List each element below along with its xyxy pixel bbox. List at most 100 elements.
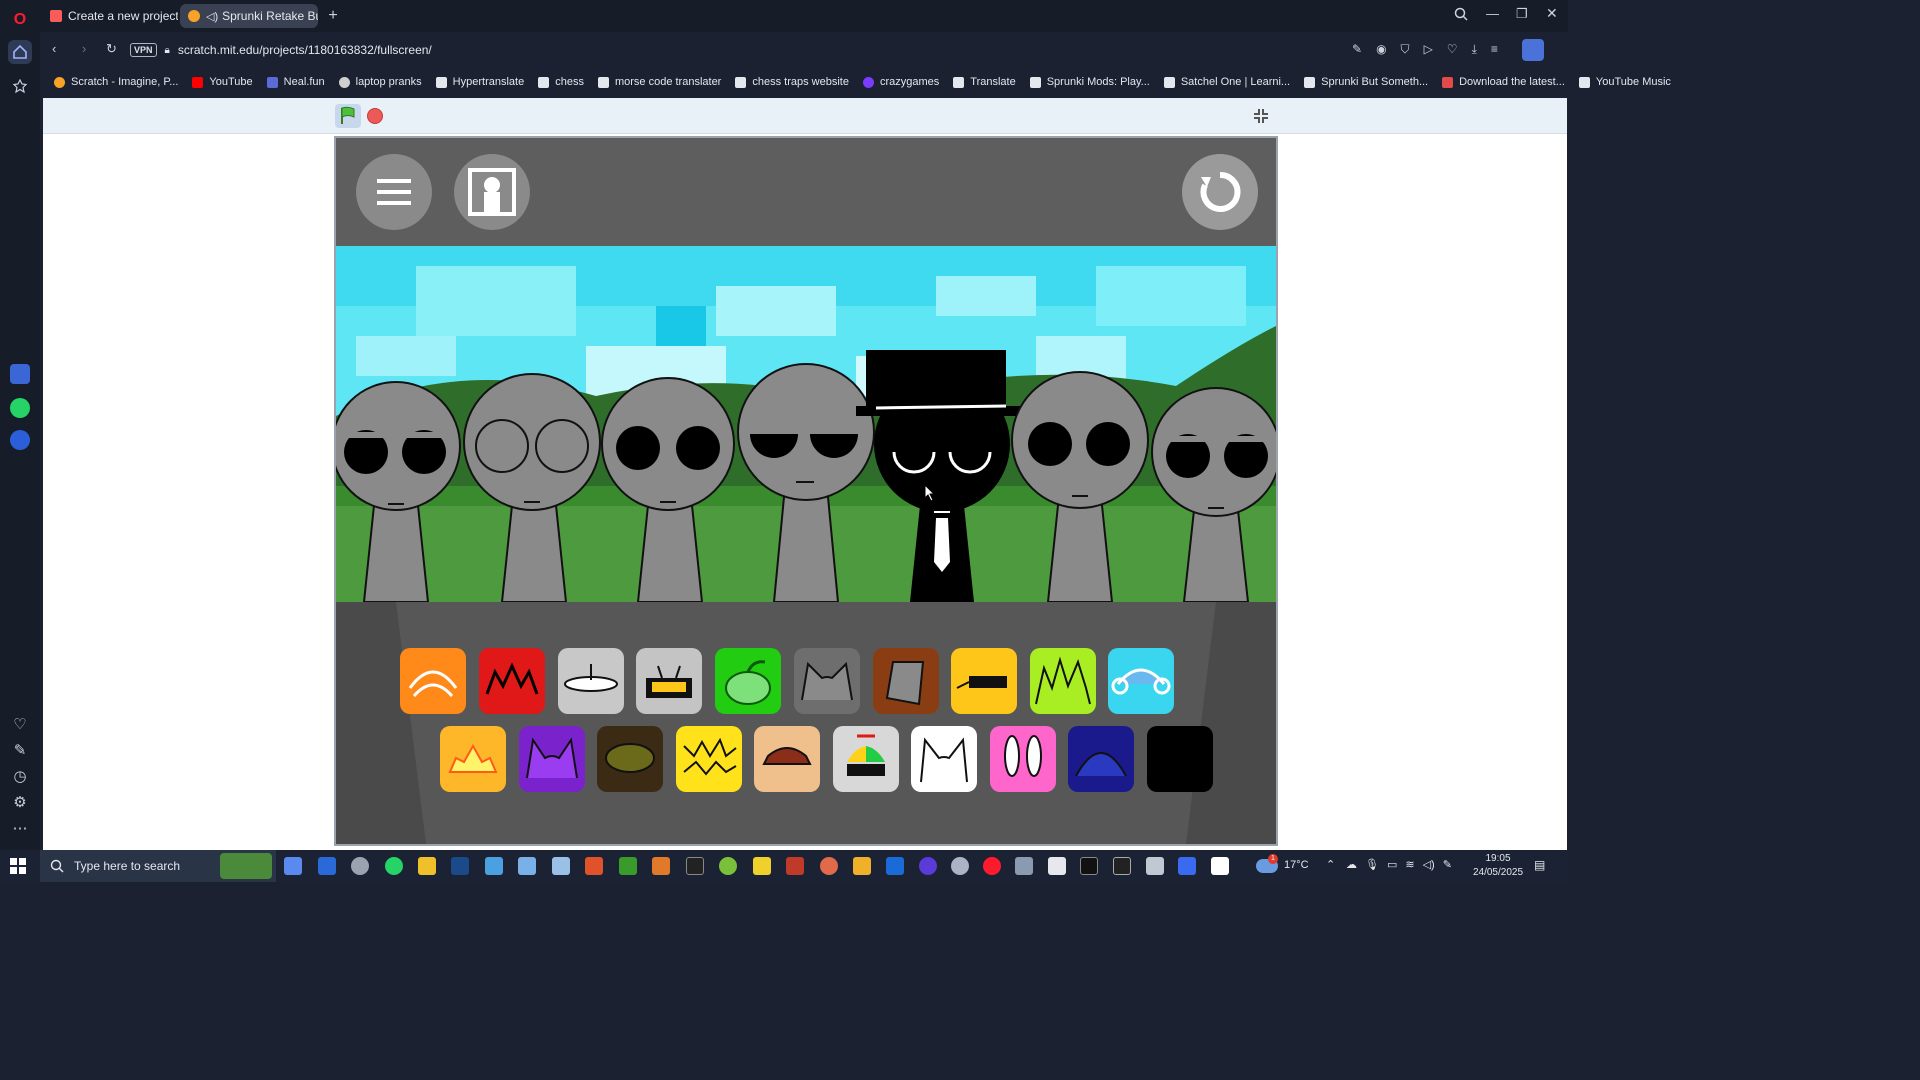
stop-button[interactable] xyxy=(367,108,383,124)
pinboard-icon[interactable] xyxy=(8,74,32,98)
file-explorer-icon[interactable] xyxy=(418,857,436,875)
history-icon[interactable]: ◷ xyxy=(8,764,32,788)
red-spiky-icon[interactable] xyxy=(479,648,545,714)
whatsapp-app-icon[interactable] xyxy=(385,857,403,875)
windows-start-icon[interactable] xyxy=(10,858,26,879)
lime-grass-icon[interactable] xyxy=(1030,648,1096,714)
app-icon[interactable] xyxy=(652,857,670,875)
pen-icon[interactable]: ✎ xyxy=(1443,858,1452,871)
app-icon[interactable] xyxy=(485,857,503,875)
app-icon[interactable] xyxy=(719,857,737,875)
bookmark-item[interactable]: morse code translater xyxy=(597,76,721,88)
chevron-up-icon[interactable]: ⌃ xyxy=(1326,858,1335,871)
whatsapp-icon[interactable] xyxy=(10,398,30,418)
aria-icon[interactable] xyxy=(10,364,30,384)
notification-center-icon[interactable]: ▤ xyxy=(1534,858,1545,872)
forward-button[interactable]: › xyxy=(82,41,86,56)
gray-tv-icon[interactable] xyxy=(636,648,702,714)
settings-icon[interactable]: ⚙ xyxy=(8,790,32,814)
camera-icon[interactable]: ◉ xyxy=(1376,42,1386,58)
app-icon[interactable] xyxy=(518,857,536,875)
opera-logo-icon[interactable]: O xyxy=(8,8,32,32)
bookmark-item[interactable]: Scratch - Imagine, P... xyxy=(54,76,178,88)
green-pumpkin-icon[interactable] xyxy=(715,648,781,714)
app-icon[interactable] xyxy=(853,857,871,875)
roblox-icon[interactable] xyxy=(1211,857,1229,875)
player-icon[interactable] xyxy=(10,430,30,450)
pink-bunny-icon[interactable] xyxy=(990,726,1056,792)
store-icon[interactable] xyxy=(318,857,336,875)
character-button[interactable] xyxy=(454,154,530,230)
yellow-lightning-icon[interactable] xyxy=(676,726,742,792)
terminal-icon[interactable] xyxy=(1080,857,1098,875)
capcut-icon[interactable] xyxy=(1048,857,1066,875)
battery-icon[interactable]: ▭ xyxy=(1387,858,1397,871)
black-square-icon[interactable] xyxy=(1147,726,1213,792)
olive-bush-icon[interactable] xyxy=(597,726,663,792)
camera-app-icon[interactable] xyxy=(1015,857,1033,875)
headphones-app-icon[interactable] xyxy=(919,857,937,875)
bookmark-item[interactable]: Download the latest... xyxy=(1442,76,1565,88)
close-window-button[interactable]: ✕ xyxy=(1546,5,1558,22)
app-icon[interactable] xyxy=(585,857,603,875)
url-field[interactable]: VPN 🔒︎ scratch.mit.edu/projects/11801638… xyxy=(130,37,1350,63)
tan-hat-icon[interactable] xyxy=(754,726,820,792)
green-flag-button[interactable] xyxy=(335,104,361,128)
sun-icon[interactable] xyxy=(440,726,506,792)
brown-bucket-icon[interactable] xyxy=(873,648,939,714)
white-cat-icon[interactable] xyxy=(911,726,977,792)
profile-avatar[interactable] xyxy=(1522,39,1544,61)
more-icon[interactable]: ⋯ xyxy=(8,816,32,840)
bookmark-item[interactable]: YouTube xyxy=(192,76,253,88)
tab-sprunki[interactable]: ◁) Sprunki Retake But be xyxy=(180,4,318,28)
bookmark-item[interactable]: crazygames xyxy=(862,76,939,88)
copilot-icon[interactable] xyxy=(284,857,302,875)
cyan-headphones-icon[interactable] xyxy=(1108,648,1174,714)
purple-horns-icon[interactable] xyxy=(519,726,585,792)
cloud-icon[interactable]: ☁ xyxy=(1346,858,1357,871)
snapshot-edit-icon[interactable]: ✎ xyxy=(1352,42,1362,58)
navy-dome-icon[interactable] xyxy=(1068,726,1134,792)
bookmark-item[interactable]: YouTube Music xyxy=(1578,76,1671,88)
app-icon[interactable] xyxy=(753,857,771,875)
bookmark-item[interactable]: chess traps website xyxy=(735,76,849,88)
bookmark-item[interactable]: Neal.fun xyxy=(266,76,325,88)
minecraft-icon[interactable] xyxy=(619,857,637,875)
paint-icon[interactable] xyxy=(552,857,570,875)
opera-taskbar-icon[interactable] xyxy=(983,857,1001,875)
wifi-icon[interactable]: ≋ xyxy=(1405,858,1414,871)
settings-app-icon[interactable] xyxy=(351,857,369,875)
bookmark-item[interactable]: Hypertranslate xyxy=(435,76,524,88)
download-icon[interactable]: ⤓ xyxy=(1472,42,1477,58)
app-icon[interactable] xyxy=(1178,857,1196,875)
clock[interactable]: 19:05 24/05/2025 xyxy=(1468,852,1528,880)
heart-icon[interactable]: ♡ xyxy=(8,712,32,736)
mic-icon[interactable]: 🎙︎ xyxy=(1365,858,1379,871)
bookmark-item[interactable]: Sprunki Mods: Play... xyxy=(1029,76,1150,88)
flow-icon[interactable]: ▷ xyxy=(1424,42,1433,58)
bookmark-item[interactable]: Satchel One | Learni... xyxy=(1163,76,1290,88)
restore-button[interactable]: ❐ xyxy=(1516,6,1528,22)
minimize-button[interactable]: — xyxy=(1486,6,1499,21)
exit-fullscreen-icon[interactable] xyxy=(1251,106,1271,126)
home-icon[interactable] xyxy=(8,40,32,64)
heart-icon[interactable]: ♡ xyxy=(1447,42,1458,58)
speaker-icon[interactable]: ◁) xyxy=(206,10,218,23)
bookmark-item[interactable]: laptop pranks xyxy=(338,76,422,88)
notion-icon[interactable] xyxy=(1113,857,1131,875)
bookmark-item[interactable]: Sprunki But Someth... xyxy=(1304,76,1428,88)
volume-icon[interactable]: ◁) xyxy=(1423,858,1435,871)
new-tab-button[interactable]: + xyxy=(324,7,342,25)
steam-icon[interactable] xyxy=(451,857,469,875)
app-icon[interactable] xyxy=(1146,857,1164,875)
bookmark-item[interactable]: Translate xyxy=(953,76,1016,88)
edit-icon[interactable]: ✎ xyxy=(8,738,32,762)
orange-crab-icon[interactable] xyxy=(400,648,466,714)
outlook-icon[interactable] xyxy=(886,857,904,875)
propeller-cap-icon[interactable] xyxy=(833,726,899,792)
game-stage[interactable] xyxy=(334,136,1278,846)
menu-icon[interactable]: ≡ xyxy=(1491,42,1498,58)
tab-itch[interactable]: Create a new project - itch xyxy=(42,4,178,28)
bookmark-item[interactable]: chess xyxy=(538,76,584,88)
shield-icon[interactable]: ⛉ xyxy=(1401,42,1410,58)
